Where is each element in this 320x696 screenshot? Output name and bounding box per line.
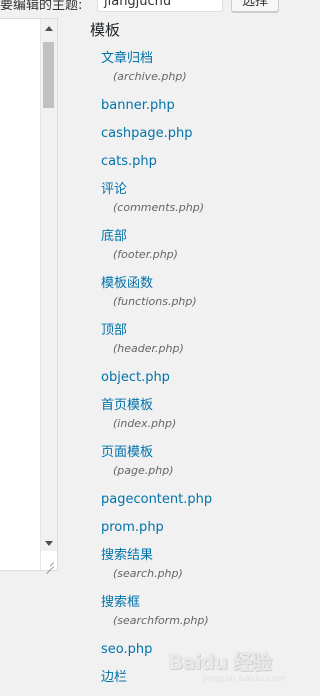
- template-filename: (comments.php): [113, 201, 205, 214]
- template-name: 首页模板: [101, 398, 154, 413]
- template-link[interactable]: 搜索结果 (search.php): [101, 546, 212, 593]
- editor-scrollbar[interactable]: [40, 19, 57, 552]
- template-list-item: cashpage.php: [101, 124, 212, 152]
- template-link[interactable]: banner.php: [101, 96, 212, 124]
- template-link[interactable]: 页面模板 (page.php): [101, 443, 212, 490]
- watermark-sub: jingyan.baidu.com: [202, 674, 286, 684]
- template-list-item: 底部 (footer.php): [101, 227, 212, 274]
- select-theme-button[interactable]: 选择: [231, 0, 279, 12]
- template-list-item: 页面模板 (page.php): [101, 443, 212, 490]
- template-list-item: cats.php: [101, 152, 212, 180]
- code-editor[interactable]: [0, 18, 58, 571]
- template-name: 底部: [101, 229, 128, 244]
- template-filename: (footer.php): [113, 248, 178, 261]
- template-list-item: 搜索框 (searchform.php): [101, 593, 212, 640]
- templates-heading: 模板: [90, 21, 121, 39]
- template-name: prom.php: [101, 520, 164, 535]
- template-link[interactable]: 文章归档 (archive.php): [101, 49, 212, 96]
- template-link[interactable]: 顶部 (header.php): [101, 321, 212, 368]
- template-filename: (header.php): [113, 342, 184, 355]
- template-list-item: 搜索结果 (search.php): [101, 546, 212, 593]
- template-list-item: object.php: [101, 368, 212, 396]
- template-link[interactable]: cats.php: [101, 152, 212, 180]
- template-list-item: 文章归档 (archive.php): [101, 49, 212, 96]
- template-name: 搜索结果: [101, 548, 154, 563]
- scroll-down-arrow-icon[interactable]: [45, 541, 53, 546]
- template-link[interactable]: cashpage.php: [101, 124, 212, 152]
- template-name: 顶部: [101, 323, 128, 338]
- template-list-item: prom.php: [101, 518, 212, 546]
- template-name: 页面模板: [101, 445, 154, 460]
- template-name: 文章归档: [101, 51, 154, 66]
- resize-handle-icon[interactable]: [40, 551, 57, 570]
- template-list-item: 模板函数 (functions.php): [101, 274, 212, 321]
- template-name: object.php: [101, 370, 170, 385]
- template-filename: (index.php): [113, 417, 177, 430]
- template-name: cats.php: [101, 154, 157, 169]
- template-name: cashpage.php: [101, 126, 193, 141]
- template-name: 评论: [101, 182, 128, 197]
- template-name: 模板函数: [101, 276, 154, 291]
- template-name: pagecontent.php: [101, 492, 213, 507]
- template-link[interactable]: 首页模板 (index.php): [101, 396, 212, 443]
- template-filename: (functions.php): [113, 295, 197, 308]
- template-filename: (archive.php): [113, 70, 187, 83]
- template-list-item: pagecontent.php: [101, 490, 212, 518]
- scroll-up-arrow-icon[interactable]: [45, 26, 53, 31]
- theme-selector-label: 要编辑的主题:: [0, 0, 83, 13]
- template-name: 搜索框: [101, 595, 141, 610]
- template-link[interactable]: prom.php: [101, 518, 212, 546]
- theme-select[interactable]: jiangjuchu: [97, 0, 223, 12]
- template-list-item: banner.php: [101, 96, 212, 124]
- template-list-item: 评论 (comments.php): [101, 180, 212, 227]
- baidu-watermark: Baidu 经验 jingyan.baidu.com: [168, 646, 286, 684]
- template-filename: (page.php): [113, 464, 174, 477]
- template-link[interactable]: 搜索框 (searchform.php): [101, 593, 212, 640]
- template-list-item: 顶部 (header.php): [101, 321, 212, 368]
- template-link[interactable]: object.php: [101, 368, 212, 396]
- template-link[interactable]: 评论 (comments.php): [101, 180, 212, 227]
- template-link[interactable]: pagecontent.php: [101, 490, 212, 518]
- template-list: 文章归档 (archive.php) banner.php cashpage.php c…: [101, 49, 212, 696]
- template-name: banner.php: [101, 98, 175, 113]
- template-link[interactable]: 模板函数 (functions.php): [101, 274, 212, 321]
- template-link[interactable]: 底部 (footer.php): [101, 227, 212, 274]
- template-list-item: 首页模板 (index.php): [101, 396, 212, 443]
- theme-selector-bar: 要编辑的主题: jiangjuchu 选择: [0, 0, 289, 16]
- scroll-thumb[interactable]: [43, 42, 54, 108]
- template-filename: (search.php): [113, 567, 183, 580]
- template-filename: (searchform.php): [113, 614, 209, 627]
- watermark-text: Baidu 经验: [168, 650, 272, 674]
